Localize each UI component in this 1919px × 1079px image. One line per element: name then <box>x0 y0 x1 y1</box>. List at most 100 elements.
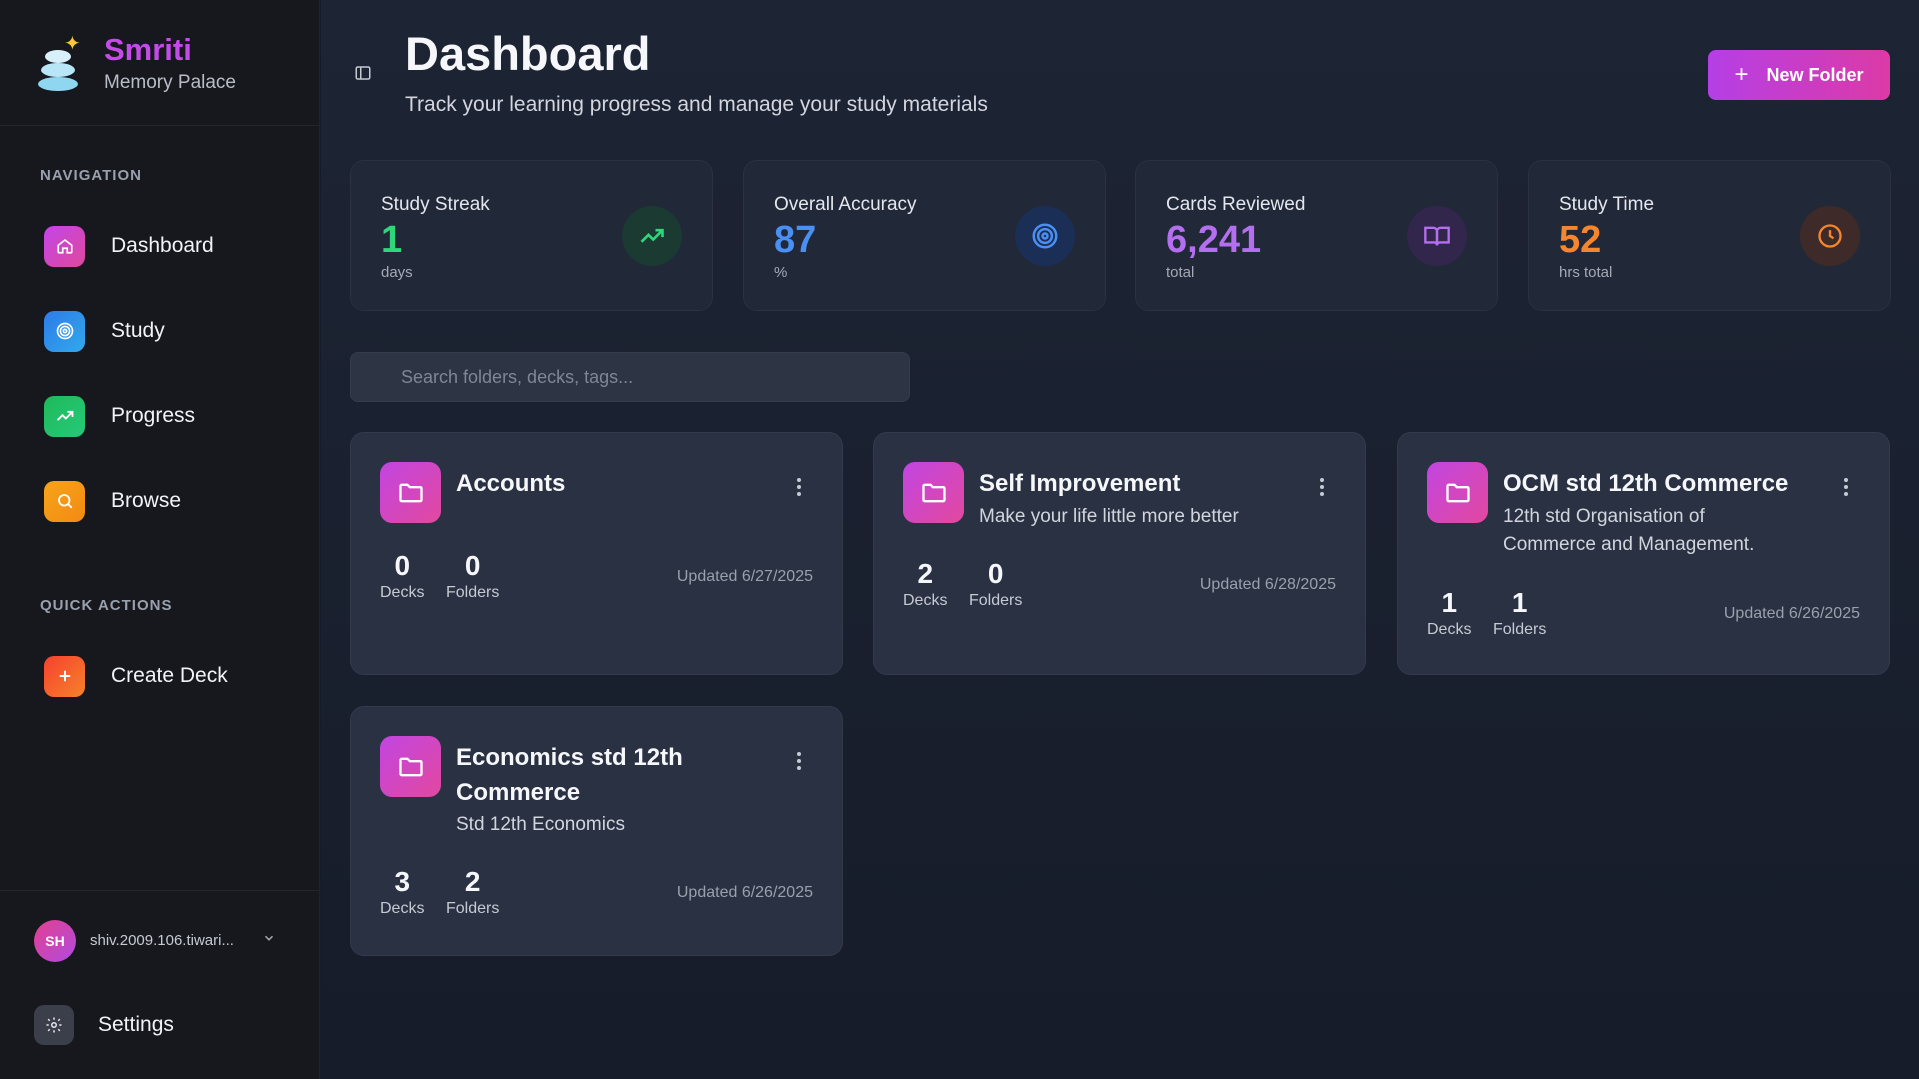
folders-count-label: Folders <box>1493 621 1547 638</box>
sidebar-item-dashboard[interactable]: Dashboard <box>44 225 214 267</box>
sidebar-item-progress[interactable]: Progress <box>44 395 195 437</box>
folder-icon <box>380 736 441 797</box>
stat-value: 87 <box>774 219 817 261</box>
updated-date: Updated 6/27/2025 <box>676 568 813 585</box>
new-folder-button[interactable]: + New Folder <box>1708 50 1890 100</box>
more-options-icon[interactable] <box>1843 477 1849 502</box>
stat-card-cards-reviewed: Cards Reviewed 6,241 total <box>1135 160 1498 311</box>
stat-value: 52 <box>1559 219 1602 261</box>
folders-count-value: 0 <box>464 550 481 581</box>
folders-count-value: 2 <box>464 866 481 897</box>
stat-card-study-time: Study Time 52 hrs total <box>1528 160 1891 311</box>
decks-count-value: 1 <box>1441 587 1458 618</box>
folder-title: Economics std 12th Commerce <box>456 744 683 806</box>
decks-count-value: 0 <box>394 550 411 581</box>
stones-logo-icon: ✦ <box>34 31 84 95</box>
folders-count: 0 Folders <box>969 558 1022 610</box>
folder-title: Self Improvement <box>979 470 1181 497</box>
more-options-icon[interactable] <box>796 751 802 776</box>
updated-date: Updated 6/26/2025 <box>676 884 813 901</box>
chevron-down-icon <box>262 931 276 950</box>
gear-icon <box>34 1005 74 1045</box>
quick-actions-section-label: QUICK ACTIONS <box>40 597 173 614</box>
updated-date: Updated 6/28/2025 <box>1199 576 1336 593</box>
folder-card-ocm[interactable]: OCM std 12th Commerce 12th std Organisat… <box>1397 432 1890 675</box>
decks-count-value: 2 <box>917 558 934 589</box>
folders-count-label: Folders <box>969 592 1023 609</box>
stat-unit: hrs total <box>1559 264 1613 281</box>
stat-label: Overall Accuracy <box>774 194 917 215</box>
stat-value: 6,241 <box>1166 219 1262 261</box>
folder-description: Make your life little more better <box>979 506 1239 527</box>
new-folder-label: New Folder <box>1766 64 1864 85</box>
decks-count: 2 Decks <box>903 558 947 610</box>
create-deck-button[interactable]: Create Deck <box>44 655 228 697</box>
folders-count-label: Folders <box>446 900 500 917</box>
plus-icon <box>44 655 85 697</box>
more-options-icon[interactable] <box>796 477 802 502</box>
decks-count-label: Decks <box>1427 621 1472 638</box>
create-deck-label: Create Deck <box>111 664 228 687</box>
decks-count-value: 3 <box>394 866 411 897</box>
folder-description: Std 12th Economics <box>456 814 625 835</box>
home-icon <box>44 225 85 267</box>
decks-count: 1 Decks <box>1427 587 1471 639</box>
stat-card-accuracy: Overall Accuracy 87 % <box>743 160 1106 311</box>
stat-unit: total <box>1166 264 1195 281</box>
decks-count-label: Decks <box>380 584 425 601</box>
plus-icon: + <box>1734 61 1749 88</box>
stat-value: 1 <box>381 219 403 261</box>
stat-label: Study Streak <box>381 194 490 215</box>
folder-title: OCM std 12th Commerce <box>1503 470 1789 497</box>
clock-icon <box>1800 206 1860 266</box>
nav-section-label: NAVIGATION <box>40 167 142 184</box>
page-subtitle: Track your learning progress and manage … <box>405 93 988 116</box>
folder-icon <box>1427 462 1488 523</box>
folders-count-value: 0 <box>987 558 1004 589</box>
main-content: Dashboard Track your learning progress a… <box>321 0 1919 1079</box>
folder-icon <box>903 462 964 523</box>
folders-count: 0 Folders <box>446 550 499 602</box>
folder-icon <box>380 462 441 523</box>
folders-count-label: Folders <box>446 584 500 601</box>
target-icon <box>1015 206 1075 266</box>
user-email: shiv.2009.106.tiwari... <box>90 932 234 949</box>
folders-count: 2 Folders <box>446 866 499 918</box>
folders-count: 1 Folders <box>1493 587 1546 639</box>
avatar: SH <box>34 919 76 962</box>
sidebar-item-label: Browse <box>111 489 182 512</box>
sidebar-toggle-icon[interactable] <box>354 64 372 87</box>
search-icon <box>44 480 85 522</box>
sidebar-item-label: Dashboard <box>111 234 214 257</box>
brand-subtitle: Memory Palace <box>104 71 236 93</box>
updated-date: Updated 6/26/2025 <box>1723 605 1860 622</box>
stat-unit: % <box>774 264 788 281</box>
trend-up-icon <box>622 206 682 266</box>
page-title: Dashboard <box>405 27 651 80</box>
folder-card-economics[interactable]: Economics std 12th Commerce Std 12th Eco… <box>350 706 843 956</box>
decks-count-label: Decks <box>380 900 425 917</box>
brand-name: Smriti <box>104 31 192 67</box>
target-icon <box>44 310 85 352</box>
trend-up-icon <box>44 395 85 437</box>
stat-unit: days <box>381 264 413 281</box>
stat-card-streak: Study Streak 1 days <box>350 160 713 311</box>
folder-title: Accounts <box>456 470 566 497</box>
sidebar-item-study[interactable]: Study <box>44 310 165 352</box>
settings-label: Settings <box>98 1013 174 1036</box>
user-menu[interactable]: SH shiv.2009.106.tiwari... <box>0 890 320 990</box>
folder-description: 12th std Organisation of Commerce and Ma… <box>1503 506 1755 555</box>
folders-count-value: 1 <box>1511 587 1528 618</box>
stat-label: Cards Reviewed <box>1166 194 1306 215</box>
brand[interactable]: ✦ Smriti Memory Palace <box>0 0 319 126</box>
folder-card-accounts[interactable]: Accounts 0 Decks 0 Folders Updated 6/27/… <box>350 432 843 675</box>
folder-card-self-improvement[interactable]: Self Improvement Make your life little m… <box>873 432 1366 675</box>
stat-label: Study Time <box>1559 194 1655 215</box>
decks-count: 0 Decks <box>380 550 424 602</box>
search-input[interactable] <box>350 352 910 402</box>
decks-count: 3 Decks <box>380 866 424 918</box>
sidebar-item-browse[interactable]: Browse <box>44 480 181 522</box>
settings-button[interactable]: Settings <box>34 1005 174 1045</box>
more-options-icon[interactable] <box>1319 477 1325 502</box>
sidebar-item-label: Progress <box>111 404 196 427</box>
